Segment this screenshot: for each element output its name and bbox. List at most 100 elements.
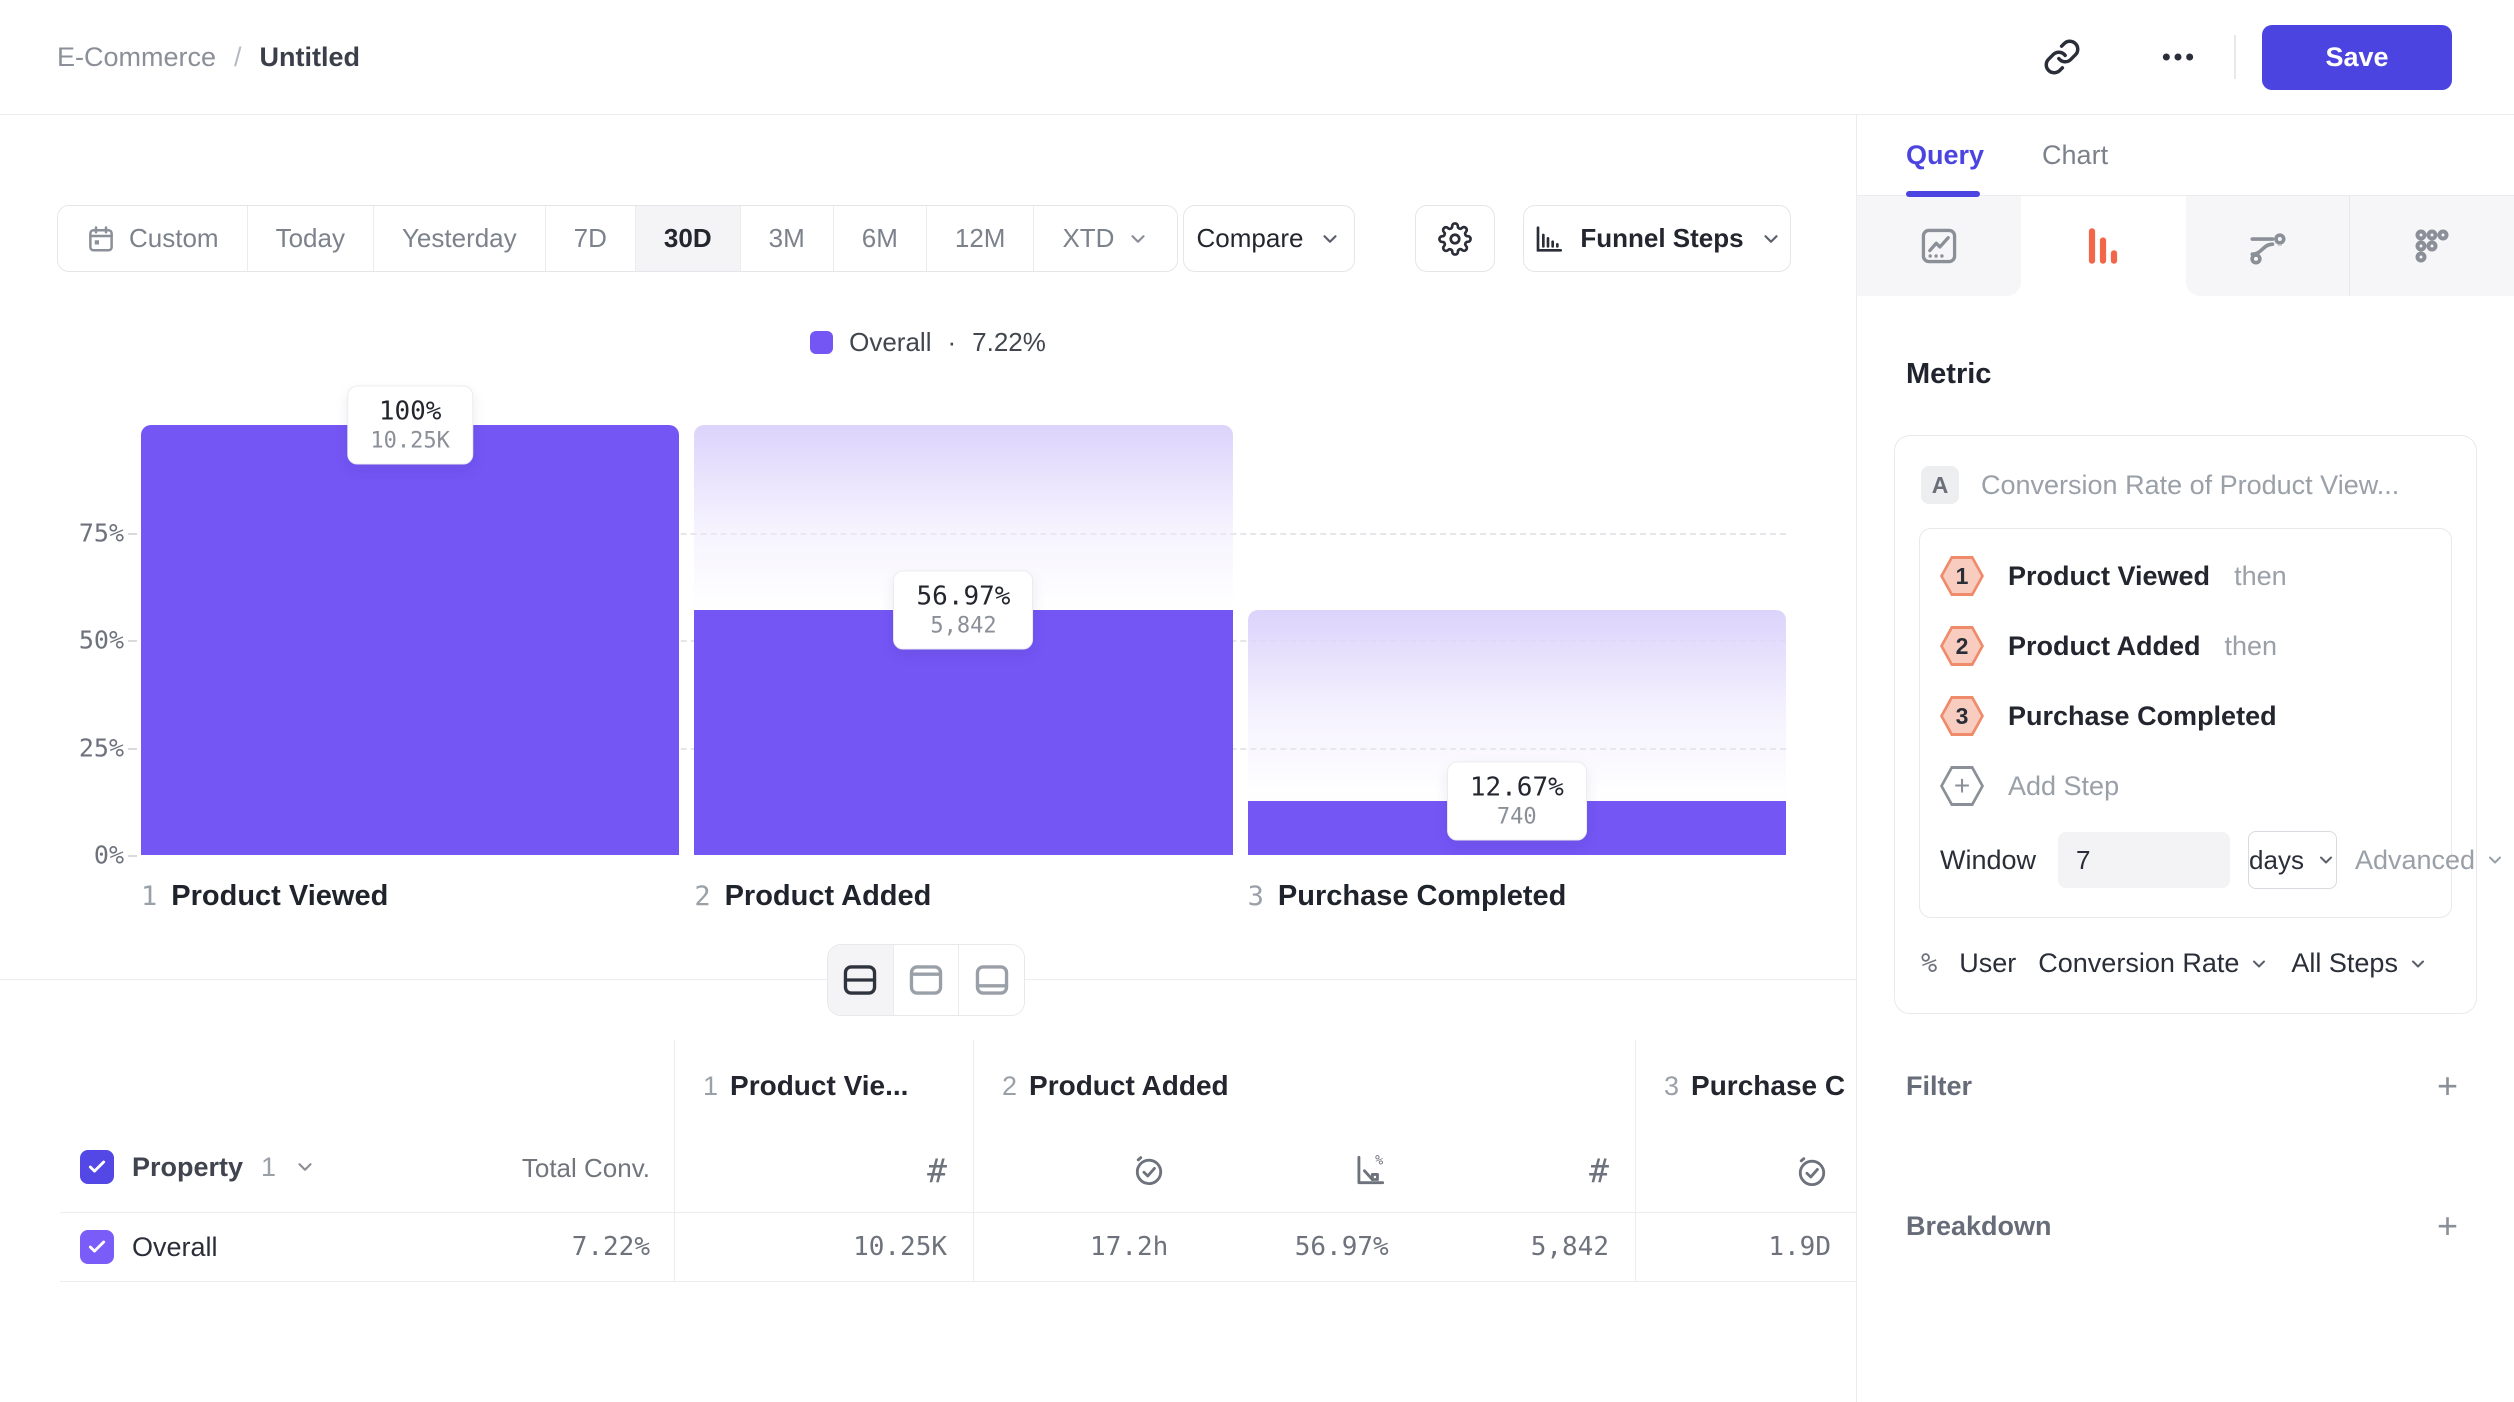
funnel-value-badge: 100% 10.25K bbox=[347, 386, 472, 465]
main-area: Custom Today Yesterday 7D 30D 3M 6M 12M … bbox=[0, 115, 1856, 1402]
add-step-label: Add Step bbox=[2008, 771, 2119, 802]
step-name: Product Added bbox=[725, 880, 932, 913]
step2-column-header[interactable]: 2Product Added % # bbox=[973, 1040, 1635, 1212]
metric-title-row[interactable]: A Conversion Rate of Product View... bbox=[1919, 462, 2452, 528]
measure-scope-select[interactable]: All Steps bbox=[2291, 948, 2428, 979]
chevron-down-icon bbox=[2316, 850, 2336, 870]
property-dropdown-label[interactable]: Property bbox=[132, 1152, 243, 1183]
query-step-3[interactable]: 3 Purchase Completed bbox=[1940, 681, 2431, 751]
range-label: XTD bbox=[1062, 223, 1114, 254]
y-axis-tick bbox=[128, 533, 137, 535]
cell-value: 56.97% bbox=[1194, 1232, 1414, 1262]
range-today[interactable]: Today bbox=[248, 206, 374, 271]
results-table: Property 1 Total Conv. 1Product Vie... #… bbox=[60, 1040, 1856, 1282]
query-step-name: Product Added bbox=[2008, 631, 2201, 662]
funnel-bar-step-1[interactable]: 100% 10.25K bbox=[141, 425, 679, 855]
range-30d-active[interactable]: 30D bbox=[636, 206, 741, 271]
more-options-button[interactable] bbox=[2152, 31, 2204, 83]
chart-settings-button[interactable] bbox=[1415, 205, 1495, 272]
compare-button[interactable]: Compare bbox=[1183, 205, 1355, 272]
measure-type-label: Conversion Rate bbox=[2038, 948, 2239, 979]
percent-icon: % bbox=[1921, 948, 1937, 979]
count-icon: # bbox=[927, 1151, 947, 1190]
range-label: Custom bbox=[129, 223, 219, 254]
add-step-button[interactable]: + Add Step bbox=[1940, 751, 2431, 821]
column-step-name: Purchase C bbox=[1691, 1070, 1845, 1102]
table-header-row: Property 1 Total Conv. 1Product Vie... #… bbox=[60, 1040, 1856, 1212]
badge-percent: 12.67% bbox=[1470, 772, 1564, 802]
measure-type-select[interactable]: Conversion Rate bbox=[2038, 948, 2269, 979]
table-only-view-toggle[interactable] bbox=[959, 945, 1024, 1015]
select-all-checkbox[interactable] bbox=[80, 1150, 114, 1184]
query-step-1[interactable]: 1 Product Viewed then bbox=[1940, 541, 2431, 611]
range-custom[interactable]: Custom bbox=[58, 206, 248, 271]
chevron-down-icon[interactable] bbox=[294, 1156, 316, 1178]
flow-chart-tab[interactable] bbox=[2186, 196, 2350, 296]
breakdown-section: Breakdown + bbox=[1906, 1208, 2458, 1244]
tab-query[interactable]: Query bbox=[1906, 140, 1984, 171]
save-button[interactable]: Save bbox=[2262, 25, 2452, 90]
legend-overall-rate: 7.22% bbox=[972, 327, 1046, 358]
avg-time-icon bbox=[1130, 1151, 1168, 1190]
query-panel: Query Chart bbox=[1856, 115, 2514, 1402]
insights-chart-icon bbox=[1917, 224, 1961, 268]
compare-label: Compare bbox=[1197, 223, 1304, 254]
chevron-down-icon bbox=[2408, 954, 2428, 974]
funnel-chart-tab[interactable] bbox=[2021, 196, 2185, 296]
step1-column-header[interactable]: 1Product Vie... # bbox=[674, 1040, 973, 1212]
chart-legend[interactable]: Overall · 7.22% bbox=[0, 327, 1856, 358]
breadcrumb-parent[interactable]: E-Commerce bbox=[57, 42, 216, 73]
copy-link-button[interactable] bbox=[2036, 31, 2088, 83]
query-step-2[interactable]: 2 Product Added then bbox=[1940, 611, 2431, 681]
step-1-badge: 1 bbox=[1940, 556, 1984, 596]
panel-tabs: Query Chart bbox=[1857, 115, 2514, 196]
measure-entity[interactable]: User bbox=[1959, 948, 2016, 979]
advanced-toggle[interactable]: Advanced bbox=[2355, 845, 2505, 876]
more-options-icon bbox=[2158, 37, 2198, 77]
legend-color-chip bbox=[810, 331, 833, 354]
range-3m[interactable]: 3M bbox=[741, 206, 834, 271]
property-index: 1 bbox=[261, 1152, 276, 1183]
table-row-overall[interactable]: Overall 7.22% 10.25K 17.2h 56.97% 5,842 … bbox=[60, 1212, 1856, 1282]
app-root: E-Commerce / Untitled Save bbox=[0, 0, 2514, 1402]
legend-separator: · bbox=[947, 327, 956, 358]
range-7d[interactable]: 7D bbox=[546, 206, 636, 271]
funnel-bar-step-3[interactable]: 12.67% 740 bbox=[1248, 425, 1786, 855]
conversion-window-row: Window days Advanced bbox=[1940, 831, 2431, 889]
range-6m[interactable]: 6M bbox=[834, 206, 927, 271]
conv-rate-icon: % bbox=[1351, 1151, 1389, 1190]
funnel-bar-solid bbox=[141, 425, 679, 855]
chart-only-view-toggle[interactable] bbox=[894, 945, 960, 1015]
chevron-down-icon bbox=[2249, 954, 2269, 974]
range-label: 7D bbox=[574, 223, 607, 254]
badge-percent: 56.97% bbox=[917, 582, 1011, 612]
y-axis-label: 50% bbox=[40, 626, 124, 655]
split-view-toggle[interactable] bbox=[828, 945, 894, 1015]
funnel-step-labels: 1 Product Viewed 2 Product Added 3 Purch… bbox=[141, 880, 1786, 913]
step-name: Product Viewed bbox=[171, 880, 388, 913]
total-conv-header[interactable]: Total Conv. bbox=[522, 1153, 650, 1184]
step1-values-cell: 10.25K bbox=[674, 1213, 973, 1281]
window-value-input[interactable] bbox=[2058, 832, 2230, 888]
tab-chart[interactable]: Chart bbox=[2042, 140, 2108, 171]
measure-row: % User Conversion Rate All Steps bbox=[1919, 918, 2452, 1009]
add-filter-button[interactable]: + bbox=[2437, 1068, 2458, 1104]
add-breakdown-button[interactable]: + bbox=[2437, 1208, 2458, 1244]
window-unit-select[interactable]: days bbox=[2248, 831, 2337, 889]
range-xtd[interactable]: XTD bbox=[1034, 206, 1177, 271]
row-checkbox[interactable] bbox=[80, 1230, 114, 1264]
step-label-1: 1 Product Viewed bbox=[141, 880, 679, 913]
legend-series-label: Overall bbox=[849, 327, 931, 358]
range-12m[interactable]: 12M bbox=[927, 206, 1035, 271]
range-yesterday[interactable]: Yesterday bbox=[374, 206, 546, 271]
retention-chart-tab[interactable] bbox=[2350, 196, 2514, 296]
funnel-steps-card: 1 Product Viewed then 2 Product Added th… bbox=[1919, 528, 2452, 918]
funnel-bar-step-2[interactable]: 56.97% 5,842 bbox=[694, 425, 1232, 855]
page-title[interactable]: Untitled bbox=[260, 42, 361, 73]
chart-type-label: Funnel Steps bbox=[1580, 223, 1743, 254]
badge-count: 5,842 bbox=[917, 614, 1011, 639]
calendar-icon bbox=[86, 224, 116, 254]
range-label: 12M bbox=[955, 223, 1006, 254]
insights-chart-tab[interactable] bbox=[1857, 196, 2021, 296]
funnel-steps-selector[interactable]: Funnel Steps bbox=[1523, 205, 1791, 272]
